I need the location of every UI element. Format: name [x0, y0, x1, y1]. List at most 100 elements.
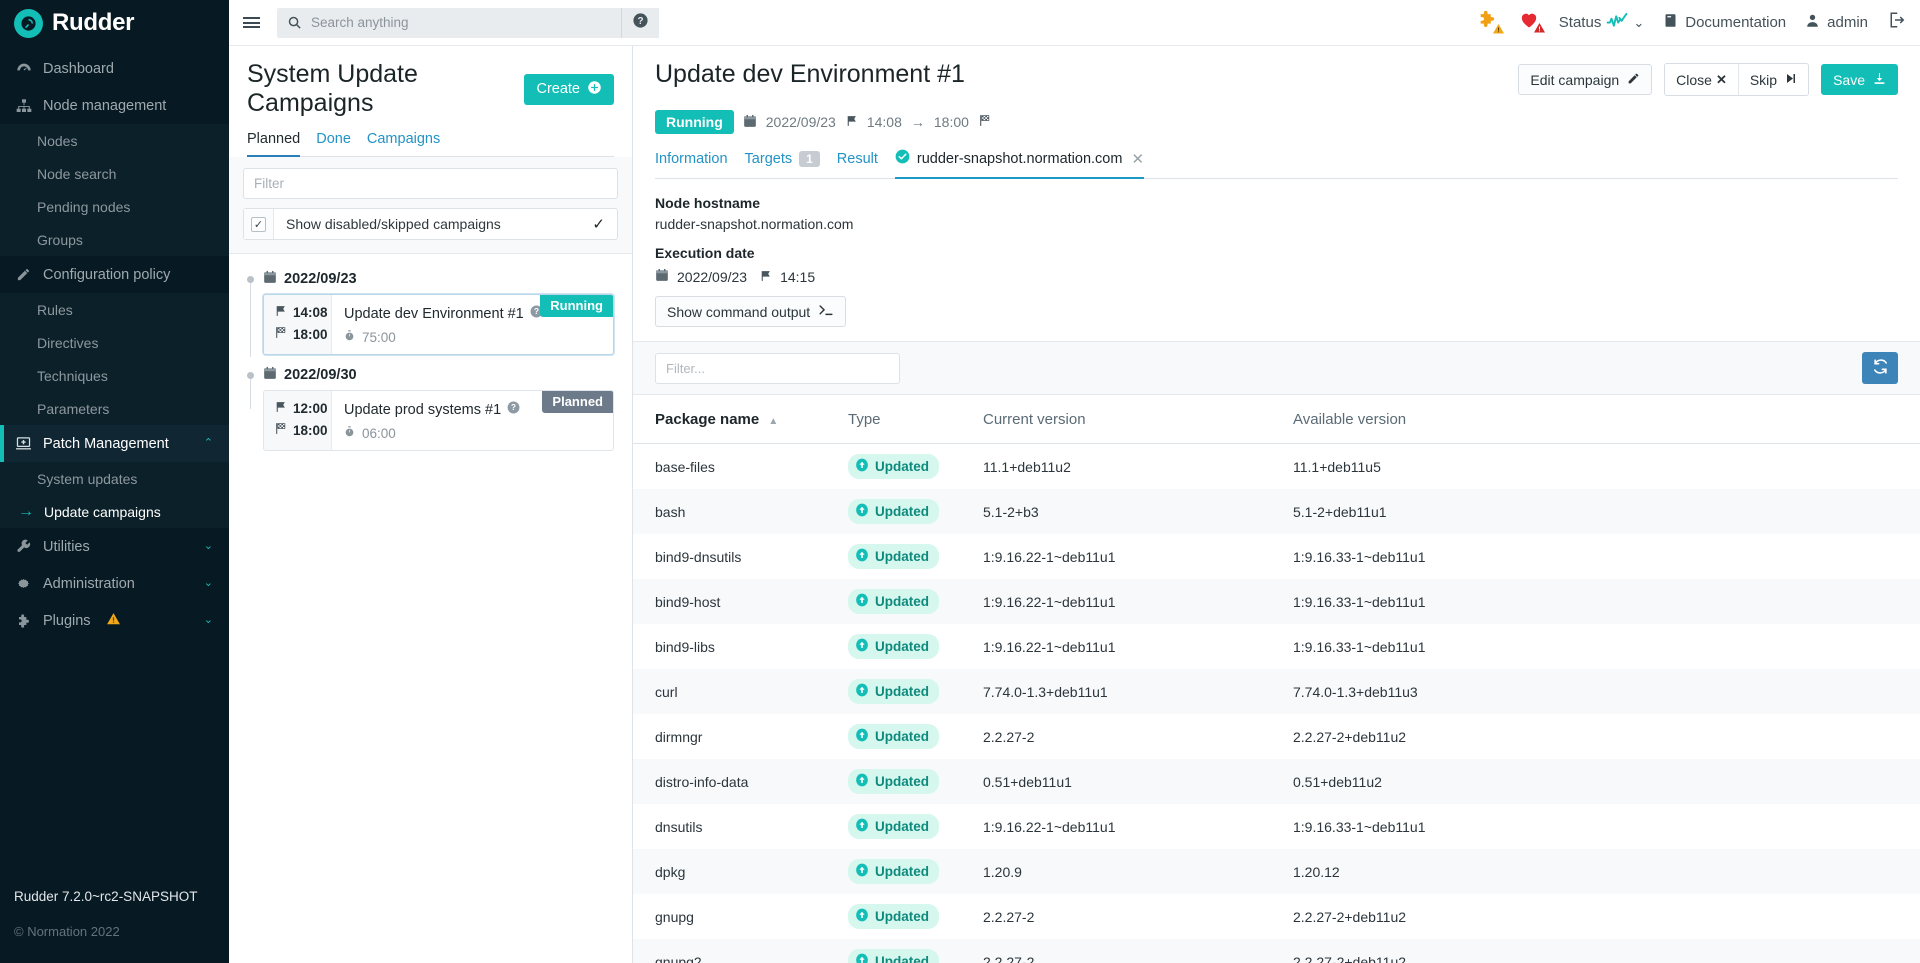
campaign-card[interactable]: 12:00 18:00 Update prod systems #1 ? 06:… [263, 390, 614, 451]
packages-filter-input[interactable] [655, 352, 900, 384]
flag-icon [845, 114, 858, 130]
brand[interactable]: Rudder [0, 0, 229, 46]
plus-circle-icon [587, 80, 602, 99]
table-row[interactable]: distro-info-data Updated 0.51+deb11u1 0.… [633, 759, 1920, 804]
tab-done[interactable]: Done [316, 131, 351, 157]
logout-button[interactable] [1887, 11, 1906, 34]
campaign-filter-input[interactable] [243, 168, 618, 199]
campaign-card[interactable]: 14:08 18:00 Update dev Environment #1 ? … [263, 294, 614, 355]
chevron-down-icon[interactable]: ⌄ [204, 541, 213, 552]
cell-current-version: 1:9.16.22-1~deb11u1 [983, 638, 1116, 655]
cell-current-version: 2.2.27-2 [983, 728, 1035, 745]
cell-package-name: bind9-host [655, 593, 721, 610]
type-label: Updated [875, 459, 929, 474]
tab-information[interactable]: Information [655, 151, 728, 178]
chevron-down-icon[interactable]: ⌄ [204, 615, 213, 626]
skip-campaign-button[interactable]: Skip [1737, 64, 1809, 95]
sidebar-item-node-search[interactable]: Node search [0, 157, 229, 190]
sidebar-item-dashboard[interactable]: Dashboard [0, 50, 229, 87]
show-command-output-button[interactable]: Show command output [655, 296, 847, 327]
chevron-up-icon[interactable]: ⌃ [204, 438, 213, 449]
sidebar-item-configuration-policy[interactable]: Configuration policy [0, 256, 229, 293]
refresh-icon [1872, 358, 1889, 378]
sidebar-item-rules[interactable]: Rules [0, 293, 229, 326]
close-campaign-button[interactable]: Close ✕ [1665, 64, 1738, 95]
search-help-button[interactable]: ? [621, 7, 659, 38]
arrow-up-circle-icon [855, 458, 869, 475]
cell-available-version: 7.74.0-1.3+deb11u3 [1293, 683, 1418, 700]
show-disabled-checkbox-cell[interactable]: ✓ [244, 209, 274, 239]
sidebar-item-update-campaigns[interactable]: → Update campaigns [0, 495, 229, 528]
cell-package-name: gnupg [655, 908, 694, 925]
global-search[interactable] [277, 7, 622, 38]
arrow-up-circle-icon [855, 818, 869, 835]
create-label: Create [536, 81, 580, 97]
user-icon [1805, 12, 1820, 33]
user-menu[interactable]: admin [1805, 12, 1868, 33]
documentation-link[interactable]: Documentation [1663, 12, 1786, 33]
tab-campaigns[interactable]: Campaigns [367, 131, 440, 157]
column-header-current-version[interactable]: Current version [983, 395, 1293, 444]
table-row[interactable]: base-files Updated 11.1+deb11u2 11.1+deb… [633, 444, 1920, 490]
sidebar-item-parameters[interactable]: Parameters [0, 392, 229, 425]
tab-result[interactable]: Result [837, 151, 878, 178]
wrench-icon [14, 539, 33, 554]
status-date: 2022/09/23 [765, 114, 836, 130]
table-row[interactable]: gnupg2 Updated 2.2.27-2 2.2.27-2+deb11u2 [633, 939, 1920, 963]
column-header-available-version[interactable]: Available version [1293, 395, 1920, 444]
menu-toggle-button[interactable] [229, 15, 273, 31]
packages-table-scroll[interactable]: Package name ▲ Type Current version Avai… [633, 395, 1920, 963]
sidebar-item-groups[interactable]: Groups [0, 223, 229, 256]
sidebar-item-node-management[interactable]: Node management [0, 87, 229, 124]
sidebar-item-nodes[interactable]: Nodes [0, 124, 229, 157]
arrow-up-circle-icon [855, 638, 869, 655]
group-date-label: 2022/09/23 [284, 271, 357, 287]
close-label: Close [1676, 71, 1712, 88]
plugin-status-button[interactable] [1477, 9, 1504, 36]
close-icon[interactable]: ✕ [1131, 150, 1144, 168]
create-campaign-button[interactable]: Create [524, 73, 614, 105]
tab-targets[interactable]: Targets 1 [745, 150, 820, 178]
show-disabled-toggle[interactable]: ✓ Show disabled/skipped campaigns ✓ [243, 208, 618, 240]
pencil-icon [1627, 72, 1640, 88]
detail-title: Update dev Environment #1 [655, 60, 965, 88]
help-circle-icon[interactable]: ? [507, 401, 520, 418]
tab-node-label: rudder-snapshot.normation.com [916, 150, 1123, 167]
table-row[interactable]: bind9-host Updated 1:9.16.22-1~deb11u1 1… [633, 579, 1920, 624]
table-row[interactable]: gnupg Updated 2.2.27-2 2.2.27-2+deb11u2 [633, 894, 1920, 939]
refresh-button[interactable] [1862, 352, 1898, 384]
search-input[interactable] [311, 15, 622, 30]
sidebar-item-utilities[interactable]: Utilities ⌄ [0, 528, 229, 565]
save-label: Save [1833, 71, 1865, 88]
table-row[interactable]: curl Updated 7.74.0-1.3+deb11u1 7.74.0-1… [633, 669, 1920, 714]
sidebar-item-patch-management[interactable]: Patch Management ⌃ [0, 425, 229, 462]
packages-toolbar [633, 341, 1920, 395]
table-row[interactable]: dnsutils Updated 1:9.16.22-1~deb11u1 1:9… [633, 804, 1920, 849]
sidebar-item-system-updates[interactable]: System updates [0, 462, 229, 495]
table-row[interactable]: dirmngr Updated 2.2.27-2 2.2.27-2+deb11u… [633, 714, 1920, 759]
save-button[interactable]: Save [1821, 64, 1898, 95]
tab-node-detail[interactable]: rudder-snapshot.normation.com ✕ [894, 149, 1145, 179]
edit-campaign-button[interactable]: Edit campaign [1518, 64, 1653, 95]
arrow-up-circle-icon [855, 683, 869, 700]
packages-table-body: base-files Updated 11.1+deb11u2 11.1+deb… [633, 444, 1920, 963]
column-label: Package name [655, 411, 760, 428]
table-row[interactable]: bind9-dnsutils Updated 1:9.16.22-1~deb11… [633, 534, 1920, 579]
sidebar-item-plugins[interactable]: Plugins ⌄ [0, 602, 229, 639]
chevron-down-icon[interactable]: ⌄ [1633, 15, 1644, 31]
chevron-down-icon[interactable]: ⌄ [204, 578, 213, 589]
status-menu[interactable]: Status ⌄ [1559, 12, 1644, 34]
column-header-type[interactable]: Type [848, 395, 983, 444]
sidebar-item-pending-nodes[interactable]: Pending nodes [0, 190, 229, 223]
calendar-icon [263, 270, 277, 288]
tab-planned[interactable]: Planned [247, 131, 301, 157]
health-status-button[interactable] [1518, 10, 1545, 35]
cell-package-name: dnsutils [655, 818, 703, 835]
table-row[interactable]: bind9-libs Updated 1:9.16.22-1~deb11u1 1… [633, 624, 1920, 669]
sidebar-item-administration[interactable]: Administration ⌄ [0, 565, 229, 602]
sidebar-item-directives[interactable]: Directives [0, 326, 229, 359]
table-row[interactable]: bash Updated 5.1-2+b3 5.1-2+deb11u1 [633, 489, 1920, 534]
table-row[interactable]: dpkg Updated 1.20.9 1.20.12 [633, 849, 1920, 894]
sidebar-item-techniques[interactable]: Techniques [0, 359, 229, 392]
column-header-package-name[interactable]: Package name ▲ [633, 395, 848, 444]
